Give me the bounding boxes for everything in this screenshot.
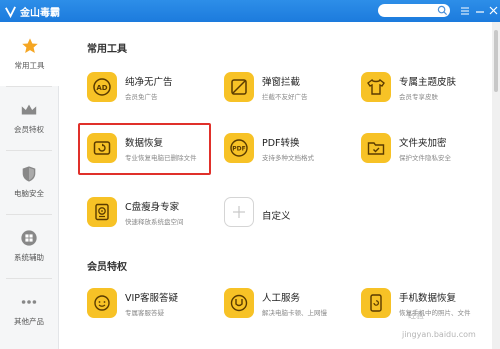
app-logo-icon	[5, 5, 16, 18]
sidebar-item-label: 系统辅助	[14, 253, 44, 262]
svg-text:PDF: PDF	[232, 146, 245, 153]
plus-icon	[233, 206, 245, 218]
sidebar-item-label: 会员特权	[14, 125, 44, 134]
tool-name: 专属主题皮肤	[399, 77, 457, 88]
tool-folder-encrypt[interactable]: 文件夹加密 保护文件隐私安全	[351, 125, 481, 173]
tool-manual-service[interactable]: 人工服务 解决电脑卡顿、上网慢	[214, 280, 344, 328]
tool-name: C盘瘦身专家	[125, 202, 180, 213]
tool-desc: 支持多种文档格式	[262, 154, 314, 162]
tool-desc: 解决电脑卡顿、上网慢	[262, 309, 327, 317]
tool-desc: 会员专享皮肤	[399, 93, 438, 101]
watermark-text: 经验	[408, 311, 424, 320]
tool-customize[interactable]: 自定义	[214, 189, 344, 237]
svg-text:AD: AD	[96, 84, 107, 92]
app-logo: 金山毒霸	[4, 3, 60, 19]
tool-popup-block[interactable]: 弹窗拦截 拦截不友好广告	[214, 64, 344, 112]
watermark: 经验 jingyan.baidu.com	[380, 300, 498, 348]
pdf-icon: PDF	[230, 139, 248, 157]
tool-desc: 保护文件隐私安全	[399, 154, 451, 162]
minimize-icon[interactable]	[474, 4, 486, 17]
tool-name: 文件夹加密	[399, 138, 447, 149]
tool-name: 人工服务	[262, 293, 301, 304]
popup-block-icon	[231, 79, 247, 95]
title-bar: 金山毒霸	[0, 0, 500, 22]
tool-name: 弹窗拦截	[262, 77, 301, 88]
tool-icon-bg: AD	[87, 72, 117, 102]
tool-icon-bg: PDF	[224, 133, 254, 163]
manual-service-icon	[230, 294, 248, 312]
tool-name: VIP客服答疑	[125, 293, 179, 304]
more-dots-icon	[21, 300, 37, 304]
sidebar-item-common-tools[interactable]: 常用工具	[0, 22, 59, 86]
selection-highlight	[78, 123, 211, 175]
tool-c-drive-clean[interactable]: C盘瘦身专家 快速释放系统盘空间	[77, 189, 207, 237]
sidebar-item-vip[interactable]: 会员特权	[0, 86, 58, 150]
tool-desc: 会员免广告	[125, 93, 158, 101]
sidebar: 常用工具 会员特权 电脑安全 系统辅助 其他产品	[0, 22, 59, 349]
tool-icon-bg	[361, 133, 391, 163]
sidebar-item-label: 电脑安全	[14, 189, 44, 198]
search-icon[interactable]	[437, 5, 448, 16]
vip-support-icon	[94, 295, 110, 311]
windows-icon	[21, 230, 37, 246]
tool-name: 纯净无广告	[125, 77, 173, 88]
tool-icon-bg	[87, 197, 117, 227]
star-icon	[21, 38, 38, 54]
ad-block-icon: AD	[93, 78, 111, 96]
theme-shirt-icon	[367, 78, 385, 95]
tool-icon-bg	[361, 72, 391, 102]
tool-icon-bg	[224, 288, 254, 318]
tool-desc: 专属客服答疑	[125, 309, 164, 317]
section-title-vip: 会员特权	[87, 262, 127, 273]
disk-clean-icon	[95, 203, 109, 221]
crown-icon	[21, 104, 37, 115]
menu-icon[interactable]	[459, 4, 471, 17]
folder-lock-icon	[367, 142, 385, 155]
shield-icon	[22, 166, 36, 182]
tool-icon-bg	[224, 197, 254, 227]
sidebar-item-other-products[interactable]: 其他产品	[0, 278, 58, 342]
sidebar-item-system-assist[interactable]: 系统辅助	[0, 214, 58, 278]
section-title-common-tools: 常用工具	[87, 44, 127, 55]
app-title: 金山毒霸	[20, 7, 60, 19]
tool-desc: 拦截不友好广告	[262, 93, 308, 101]
tool-desc: 快速释放系统盘空间	[125, 218, 184, 226]
tool-ad-free[interactable]: AD 纯净无广告 会员免广告	[77, 64, 207, 112]
tool-theme-skin[interactable]: 专属主题皮肤 会员专享皮肤	[351, 64, 481, 112]
scrollbar-thumb[interactable]	[494, 30, 498, 92]
tool-vip-support[interactable]: VIP客服答疑 专属客服答疑	[77, 280, 207, 328]
tool-name: PDF转换	[262, 138, 300, 149]
tool-pdf-convert[interactable]: PDF PDF转换 支持多种文档格式	[214, 125, 344, 173]
tool-icon-bg	[224, 72, 254, 102]
close-icon[interactable]	[487, 4, 499, 17]
sidebar-item-label: 其他产品	[14, 317, 44, 326]
sidebar-item-security[interactable]: 电脑安全	[0, 150, 58, 214]
watermark-url: jingyan.baidu.com	[402, 330, 476, 339]
tool-icon-bg	[87, 288, 117, 318]
sidebar-item-label: 常用工具	[14, 61, 45, 70]
tool-name: 自定义	[262, 211, 291, 222]
